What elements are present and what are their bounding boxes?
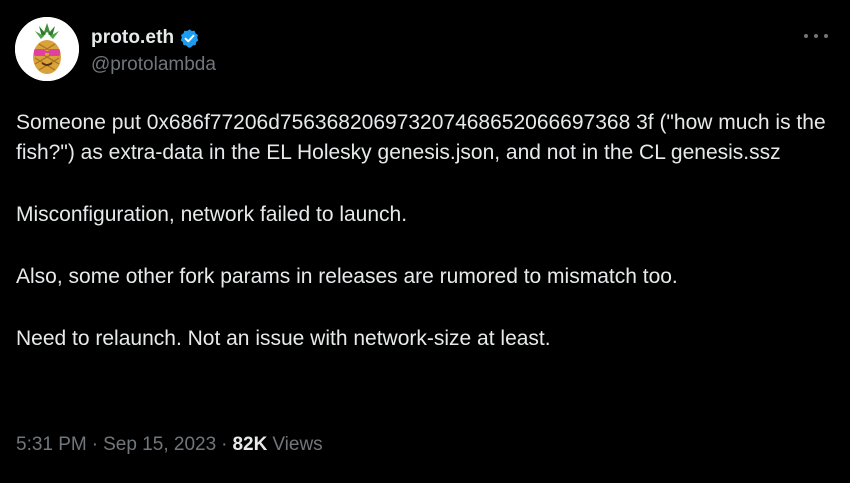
meta-separator: · — [91, 434, 99, 455]
tweet-meta: 5:31 PM · Sep 15, 2023 · 82K Views — [16, 434, 323, 456]
pineapple-avatar-icon[interactable] — [15, 17, 79, 81]
tweet-time[interactable]: 5:31 PM — [16, 434, 87, 456]
more-options-icon[interactable] — [804, 26, 828, 46]
views-count[interactable]: 82K — [232, 434, 267, 456]
tweet-paragraph: Misconfiguration, network failed to laun… — [16, 203, 408, 226]
tweet-paragraph: Someone put 0x686f77206d7563682069732074… — [16, 111, 832, 164]
more-dot — [814, 34, 818, 38]
tweet-paragraph: Need to relaunch. Not an issue with netw… — [16, 327, 551, 350]
more-dot — [804, 34, 808, 38]
more-dot — [824, 34, 828, 38]
verified-badge-icon[interactable] — [179, 28, 200, 49]
views-label: Views — [272, 434, 323, 455]
tweet-card: proto.eth @protolambda Someone put 0x686… — [0, 0, 850, 483]
author-display-name[interactable]: proto.eth — [91, 27, 174, 49]
tweet-date[interactable]: Sep 15, 2023 — [103, 434, 216, 456]
author-name-row: proto.eth — [91, 25, 200, 51]
author-handle[interactable]: @protolambda — [91, 54, 216, 76]
tweet-text: Someone put 0x686f77206d7563682069732074… — [16, 108, 836, 354]
meta-separator: · — [221, 434, 228, 455]
tweet-paragraph: Also, some other fork params in releases… — [16, 265, 678, 288]
